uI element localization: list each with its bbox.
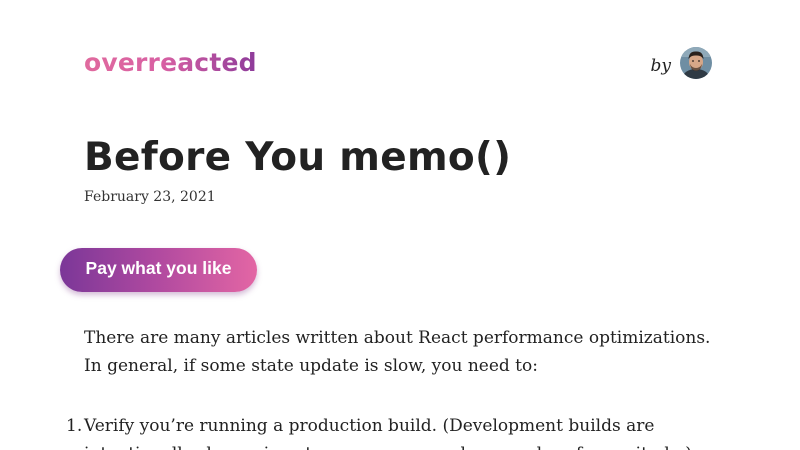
post-date: February 23, 2021 <box>84 189 216 205</box>
author-avatar[interactable] <box>680 47 712 79</box>
steps-list: 1. Verify you’re running a production bu… <box>66 412 724 450</box>
pay-what-you-like-button[interactable]: Pay what you like <box>60 248 257 292</box>
post-title: Before You memo() <box>84 135 512 180</box>
list-item-number: 1. <box>66 416 83 436</box>
avatar-photo-icon <box>680 47 712 79</box>
list-item: 1. Verify you’re running a production bu… <box>66 412 724 450</box>
by-label: by <box>650 56 672 76</box>
site-logo-link[interactable]: overreacted <box>84 46 257 80</box>
intro-paragraph: There are many articles written about Re… <box>84 328 711 376</box>
byline: by <box>650 47 712 79</box>
list-item-text: Verify you’re running a production build… <box>84 416 692 450</box>
